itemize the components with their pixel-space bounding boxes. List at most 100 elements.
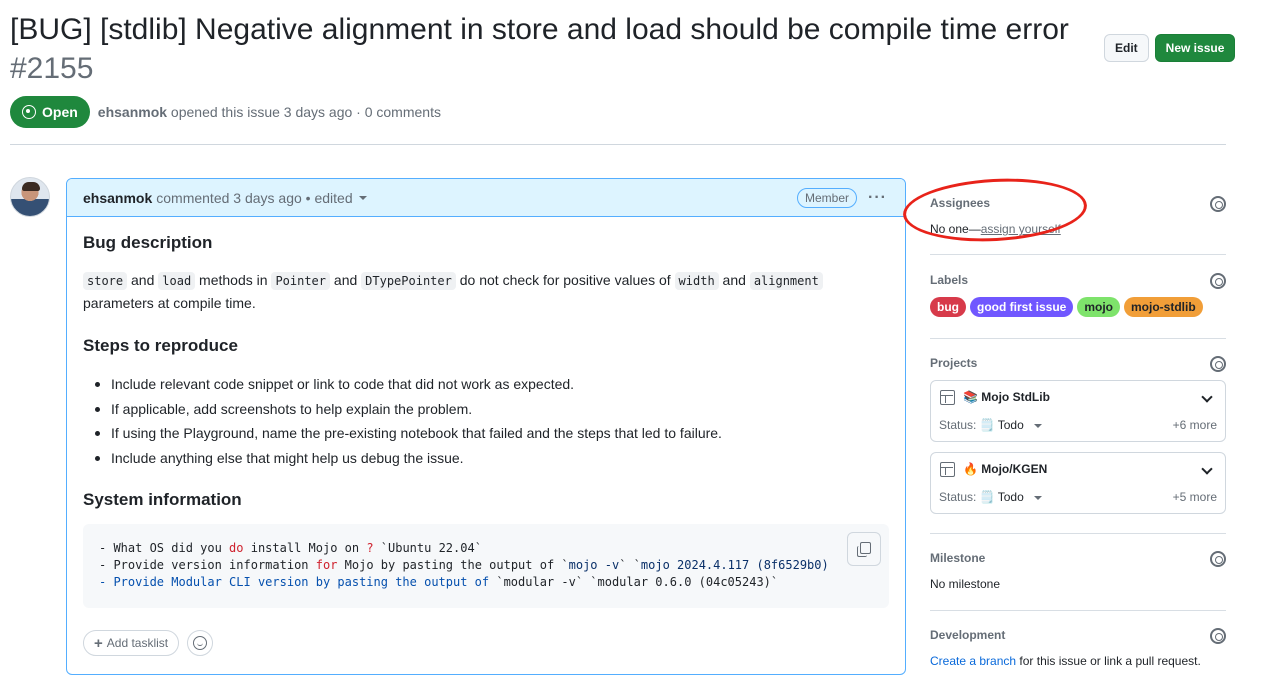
status-label: Status: <box>939 418 977 432</box>
status-label: Status: <box>939 490 977 504</box>
more-fields[interactable]: +6 more <box>1173 418 1217 432</box>
milestone-section: Milestone No milestone <box>930 551 1226 591</box>
code-keyword: for <box>315 558 338 572</box>
new-issue-button[interactable]: New issue <box>1154 34 1236 62</box>
project-status: Status: 🗒️ Todo <box>939 490 1042 504</box>
issue-opened-text: ehsanmok opened this issue 3 days ago · … <box>98 104 441 120</box>
status-dropdown-icon[interactable] <box>1033 423 1042 428</box>
assignees-value: No one—assign yourself <box>930 222 1226 236</box>
code-text: `modular -v` `modular 0.6.0 (04c05243)` <box>496 575 779 589</box>
code-text: - What OS did you <box>99 541 230 555</box>
status-value[interactable]: 🗒️ Todo <box>980 418 1024 432</box>
add-tasklist-button[interactable]: + Add tasklist <box>83 630 180 656</box>
project-name[interactable]: 🔥 Mojo/KGEN <box>963 462 1047 476</box>
development-text: for this issue or link a pull request. <box>1016 654 1201 668</box>
inline-code: alignment <box>749 272 823 290</box>
create-branch-link[interactable]: Create a branch <box>930 654 1016 668</box>
labels-section: Labels bug good first issue mojo mojo-st… <box>930 273 1226 317</box>
steps-heading: Steps to reproduce <box>83 336 238 355</box>
labels-title[interactable]: Labels <box>930 273 1226 287</box>
milestone-title[interactable]: Milestone <box>930 551 1226 565</box>
code-keyword: ? <box>366 541 374 555</box>
list-item: If using the Playground, name the pre-ex… <box>83 421 889 446</box>
issue-title-text: [BUG] [stdlib] Negative alignment in sto… <box>10 13 1069 46</box>
label-mojo-stdlib[interactable]: mojo-stdlib <box>1124 297 1203 317</box>
plus-icon: + <box>94 634 103 652</box>
list-item: If applicable, add screenshots to help e… <box>83 397 889 422</box>
milestone-value: No milestone <box>930 577 1001 591</box>
section-divider <box>930 610 1226 611</box>
project-name[interactable]: 📚 Mojo StdLib <box>963 390 1050 404</box>
edit-button[interactable]: Edit <box>1104 34 1149 62</box>
system-info-heading: System information <box>83 490 242 509</box>
gear-icon[interactable] <box>1210 273 1226 289</box>
project-card[interactable]: 🔥 Mojo/KGEN Status: 🗒️ Todo +5 more <box>930 452 1226 514</box>
comment-meta: commented 3 days ago • edited <box>156 189 353 206</box>
label-good-first-issue[interactable]: good first issue <box>970 297 1074 317</box>
gear-icon[interactable] <box>1210 356 1226 372</box>
issue-number: #2155 <box>10 52 94 85</box>
code-text: `Ubuntu 22.04` <box>373 541 482 555</box>
inline-code: DTypePointer <box>361 272 456 290</box>
development-section: Development Create a branch for this iss… <box>930 628 1226 668</box>
text-fragment: and <box>718 272 750 288</box>
member-badge: Member <box>796 188 857 208</box>
issue-opened-icon <box>22 105 36 119</box>
status-dropdown-icon[interactable] <box>1033 495 1042 500</box>
comment-author[interactable]: ehsanmok <box>83 190 152 206</box>
smiley-icon <box>193 636 208 650</box>
text-fragment: do not check for positive values of <box>455 272 675 288</box>
table-icon <box>940 390 955 405</box>
kebab-menu-icon[interactable]: ··· <box>868 189 887 207</box>
project-card[interactable]: 📚 Mojo StdLib Status: 🗒️ Todo +6 more <box>930 380 1226 442</box>
assign-yourself-link[interactable]: assign yourself <box>981 222 1061 236</box>
code-text: install Mojo on <box>243 541 367 555</box>
code-string: mojo -v <box>568 558 620 572</box>
inline-code: Pointer <box>271 272 331 290</box>
avatar[interactable] <box>10 177 50 217</box>
list-item: Include anything else that might help us… <box>83 446 889 471</box>
issue-comment: ehsanmok commented 3 days ago • edited M… <box>66 178 906 675</box>
inline-code: width <box>674 272 719 290</box>
chevron-down-icon[interactable] <box>1201 463 1213 475</box>
gear-icon[interactable] <box>1210 551 1226 567</box>
development-title[interactable]: Development <box>930 628 1226 642</box>
bug-description-heading: Bug description <box>83 233 213 252</box>
code-string: mojo 2024.4.117 (8f6529b0) <box>640 558 829 572</box>
edited-dropdown-icon[interactable] <box>358 195 367 200</box>
label-bug[interactable]: bug <box>930 297 966 317</box>
issue-meta: Open ehsanmok opened this issue 3 days a… <box>10 96 441 128</box>
gear-icon[interactable] <box>1210 196 1226 212</box>
table-icon <box>940 462 955 477</box>
code-text: ` ` <box>619 558 641 572</box>
list-item: Include relevant code snippet or link to… <box>83 372 889 397</box>
more-fields[interactable]: +5 more <box>1173 490 1217 504</box>
comment-footer: + Add tasklist <box>83 630 214 656</box>
status-label: Open <box>42 104 78 120</box>
gear-icon[interactable] <box>1210 628 1226 644</box>
status-value[interactable]: 🗒️ Todo <box>980 490 1024 504</box>
status-badge: Open <box>10 96 90 128</box>
chevron-down-icon[interactable] <box>1201 391 1213 403</box>
header-divider <box>10 144 1226 145</box>
assignees-title[interactable]: Assignees <box>930 196 1226 210</box>
code-text: Mojo by pasting the output of ` <box>337 558 569 572</box>
projects-section: Projects <box>930 356 1226 372</box>
text-fragment: parameters at compile time. <box>83 295 256 311</box>
code-text: - Provide version information <box>99 558 316 572</box>
add-reaction-button[interactable] <box>187 630 214 656</box>
text-fragment: methods in <box>195 272 272 288</box>
author-link[interactable]: ehsanmok <box>98 104 167 120</box>
bug-description-text: store and load methods in Pointer and DT… <box>83 269 889 314</box>
development-value: Create a branch for this issue or link a… <box>930 654 1226 668</box>
comment-body: Bug description store and load methods i… <box>67 217 905 608</box>
code-keyword: do <box>229 541 244 555</box>
section-divider <box>930 254 1226 255</box>
projects-title[interactable]: Projects <box>930 356 1226 370</box>
labels-list: bug good first issue mojo mojo-stdlib <box>930 297 1226 317</box>
text-fragment: and <box>127 272 159 288</box>
label-mojo[interactable]: mojo <box>1077 297 1121 317</box>
text-fragment: and <box>330 272 362 288</box>
copy-icon[interactable] <box>847 532 881 566</box>
section-divider <box>930 338 1226 339</box>
